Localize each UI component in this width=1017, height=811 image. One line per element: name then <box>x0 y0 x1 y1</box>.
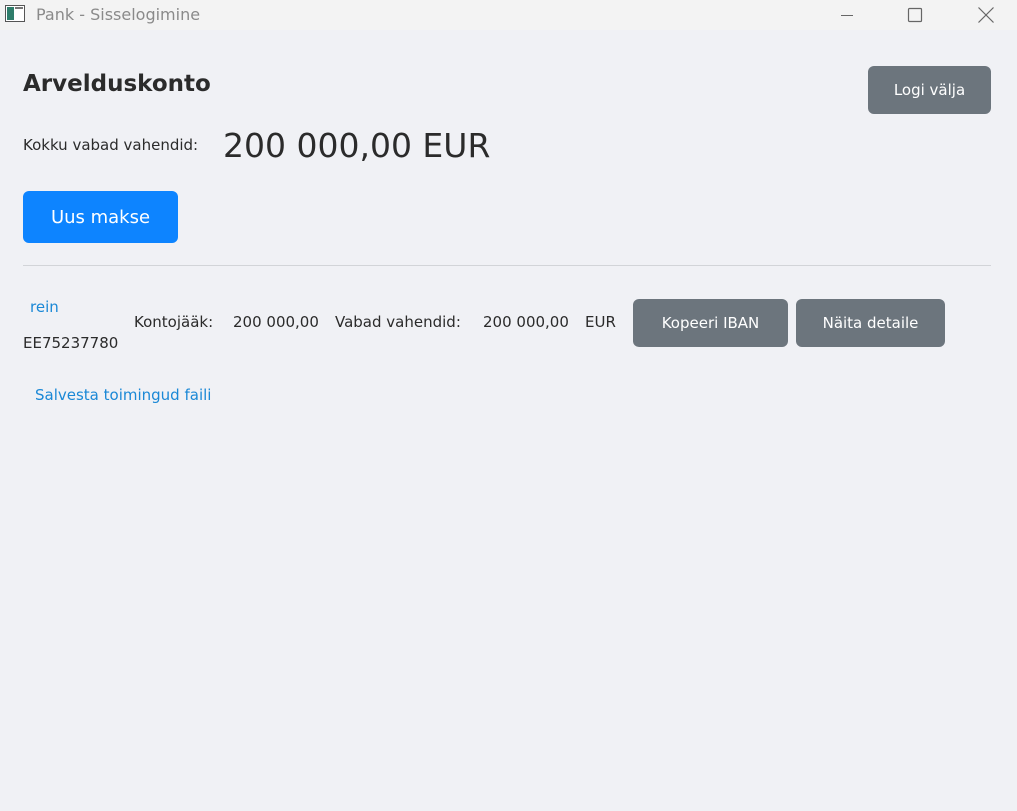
total-available-label: Kokku vabad vahendid: <box>23 136 199 154</box>
close-icon <box>978 7 994 23</box>
currency-label: EUR <box>585 313 616 331</box>
window-title: Pank - Sisselogimine <box>36 5 201 24</box>
balance-label: Kontojääk: <box>134 313 214 331</box>
balance-value: 200 000,00 <box>233 313 319 331</box>
available-funds-value: 200 000,00 <box>483 313 569 331</box>
close-button[interactable] <box>963 0 1009 30</box>
save-transactions-link[interactable]: Salvesta toimingud faili <box>35 385 211 405</box>
page-title: Arvelduskonto <box>23 71 211 97</box>
window-titlebar: Pank - Sisselogimine <box>0 0 1017 30</box>
copy-iban-button[interactable]: Kopeeri IBAN <box>633 299 788 347</box>
account-name-link[interactable]: rein <box>30 297 59 317</box>
minimize-button[interactable] <box>824 0 870 30</box>
maximize-icon <box>907 7 923 23</box>
section-divider <box>23 265 991 266</box>
available-funds-label: Vabad vahendid: <box>335 313 461 331</box>
account-iban: EE75237780 <box>23 334 119 352</box>
new-payment-button[interactable]: Uus makse <box>23 191 178 243</box>
logout-button[interactable]: Logi välja <box>868 66 991 114</box>
app-window-icon <box>5 5 25 22</box>
minimize-icon <box>841 15 853 16</box>
maximize-button[interactable] <box>892 0 938 30</box>
show-details-button[interactable]: Näita detaile <box>796 299 945 347</box>
total-available-amount: 200 000,00 EUR <box>223 126 491 165</box>
